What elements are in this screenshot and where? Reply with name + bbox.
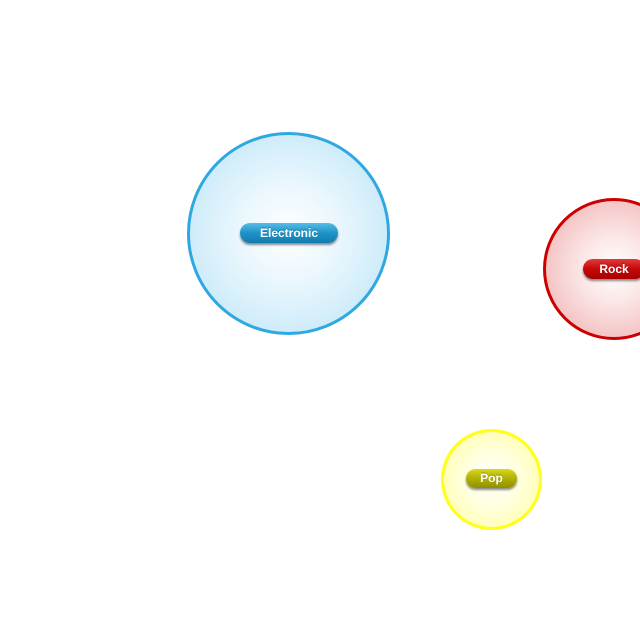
bubble-canvas: Electronic Rock Pop [0,0,640,640]
label-rock[interactable]: Rock [583,259,640,279]
label-electronic[interactable]: Electronic [240,223,338,243]
label-pop[interactable]: Pop [466,469,517,488]
